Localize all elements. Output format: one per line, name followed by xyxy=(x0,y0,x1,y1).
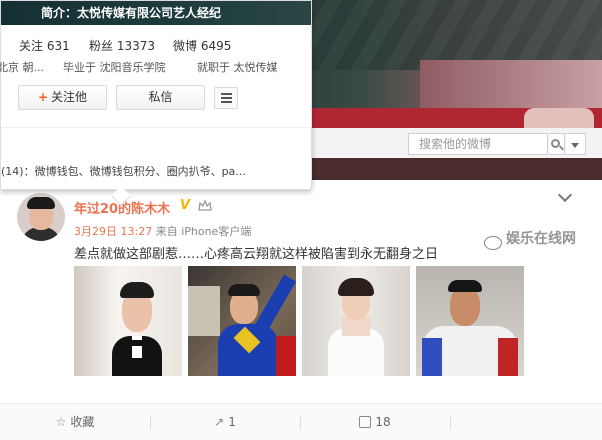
post-photo-racing[interactable] xyxy=(416,266,524,376)
profile-school: 毕业于 沈阳音乐学院 xyxy=(63,61,166,74)
comment-button[interactable]: 18 xyxy=(300,404,450,440)
verified-badge: V xyxy=(180,198,191,213)
message-button-label: 私信 xyxy=(148,90,173,104)
card-header: 简介：太悦传媒有限公司艺人经纪 xyxy=(1,1,311,25)
star-icon: ☆ xyxy=(55,415,67,429)
follow-button-label: 关注他 xyxy=(51,90,88,104)
comment-count: 18 xyxy=(375,415,391,429)
message-button[interactable]: 私信 xyxy=(116,85,205,110)
follow-button[interactable]: + 关注他 xyxy=(18,85,107,110)
post-source: 来自 iPhone客户端 xyxy=(152,225,252,238)
favorite-button[interactable]: ☆ 收藏 xyxy=(0,404,150,440)
repost-button[interactable]: ↗ 1 xyxy=(150,404,300,440)
profile-stats: 关注 631 粉丝 13373 微博 6495 xyxy=(1,37,311,55)
weibo-count[interactable]: 微博 6495 xyxy=(173,37,231,54)
more-menu-button[interactable] xyxy=(214,87,238,109)
feed-item: 年过20的陈木木 V 3月29日 13:27 来自 iPhone客户端 差点就做… xyxy=(0,180,602,440)
wechat-logo-icon xyxy=(484,236,502,250)
profile-info: 北京 朝... 毕业于 沈阳音乐学院 就职于 太悦传媒 xyxy=(0,59,311,75)
post-text: 差点就做这部剧惹……心疼高云翔就这样被陷害到永无翻身之日 xyxy=(74,247,439,262)
post-photo-bride[interactable] xyxy=(302,266,410,376)
plus-icon: + xyxy=(37,90,49,104)
favorite-label: 收藏 xyxy=(70,415,95,429)
dropdown-arrow-icon xyxy=(571,143,579,148)
post-time[interactable]: 3月29日 13:27 xyxy=(74,225,152,238)
search-icon-handle xyxy=(559,145,564,151)
comment-icon xyxy=(359,416,372,428)
profile-intro: 简介：太悦传媒有限公司艺人经纪 xyxy=(41,6,222,20)
member-crown-icon xyxy=(198,200,212,211)
post-photo-tuxedo[interactable] xyxy=(74,266,182,376)
profile-tags[interactable]: (14)：微博钱包、微博钱包积分、圈内扒爷、pa... xyxy=(1,163,311,179)
card-divider xyxy=(1,127,311,128)
profile-location: 北京 朝... xyxy=(0,61,44,74)
repost-icon: ↗ xyxy=(214,415,225,429)
follow-count[interactable]: 关注 631 xyxy=(19,37,70,54)
menu-icon-line xyxy=(221,101,232,103)
menu-icon-line xyxy=(221,97,232,99)
avatar[interactable] xyxy=(17,193,65,241)
profile-work: 就职于 太悦传媒 xyxy=(197,61,278,74)
profile-popup-card: 简介：太悦传媒有限公司艺人经纪 关注 631 粉丝 13373 微博 6495 … xyxy=(0,0,312,190)
action-bar: ☆ 收藏 ↗ 1 18 xyxy=(0,403,602,440)
avatar-hair xyxy=(27,197,55,209)
watermark: 娱乐在线网 xyxy=(506,231,576,247)
post-menu-chevron-icon[interactable] xyxy=(557,187,573,203)
fans-count[interactable]: 粉丝 13373 xyxy=(89,37,155,54)
banner-face xyxy=(524,108,594,128)
repost-count: 1 xyxy=(228,415,236,429)
search-button[interactable] xyxy=(549,133,565,155)
action-divider xyxy=(450,416,451,430)
post-photo-superman[interactable] xyxy=(188,266,296,376)
banner-strip xyxy=(310,108,602,128)
search-dropdown[interactable] xyxy=(566,133,586,155)
post-meta: 3月29日 13:27 来自 iPhone客户端 xyxy=(74,223,251,239)
menu-icon-line xyxy=(221,93,232,95)
search-input[interactable]: 搜索他的微博 xyxy=(408,133,548,155)
